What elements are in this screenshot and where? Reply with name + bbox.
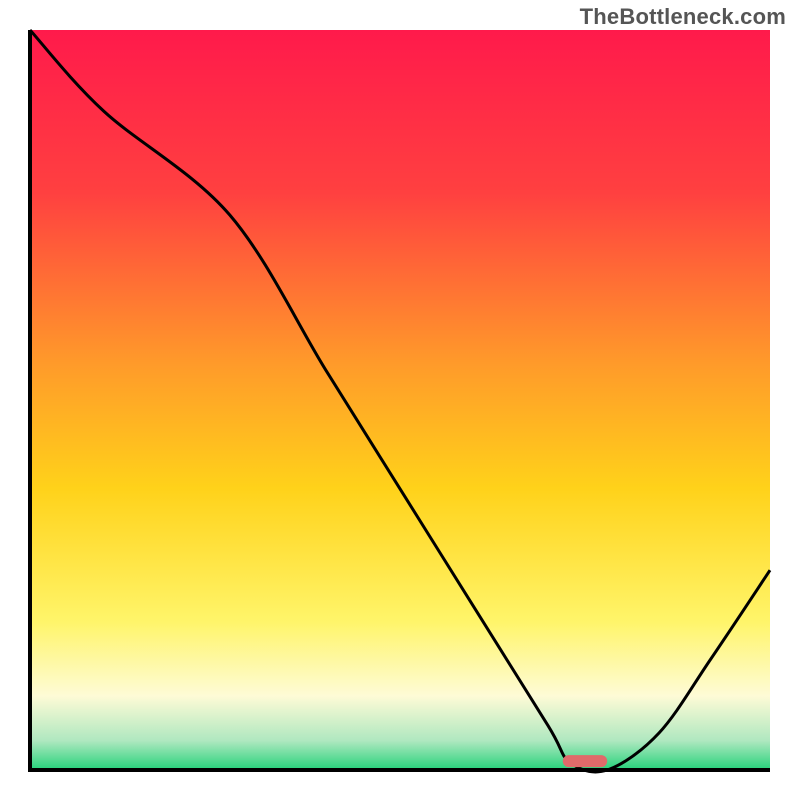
- watermark-text: TheBottleneck.com: [580, 4, 786, 30]
- chart-container: TheBottleneck.com: [0, 0, 800, 800]
- bottleneck-chart: [0, 0, 800, 800]
- optimal-marker: [563, 755, 607, 767]
